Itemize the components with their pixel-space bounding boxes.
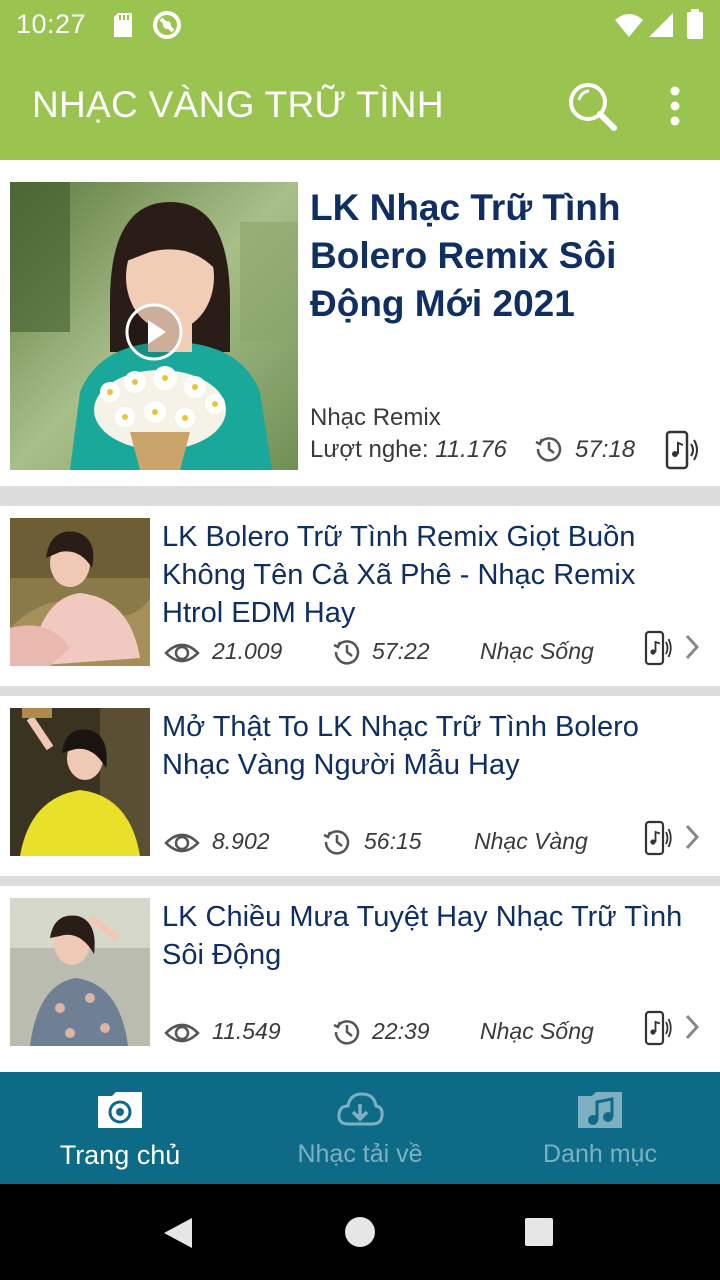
status-time: 10:27 <box>16 9 87 39</box>
nav-label-categories: Danh mục <box>543 1140 657 1168</box>
phone-audio-icon[interactable] <box>644 820 672 856</box>
more-vert-icon[interactable] <box>660 80 690 132</box>
separator <box>0 486 720 506</box>
featured-plays-value: 11.176 <box>435 436 507 463</box>
featured-category: Nhạc Remix <box>310 404 441 431</box>
item-duration: 22:39 <box>372 1018 430 1044</box>
item-thumbnail[interactable] <box>10 898 150 1046</box>
list-item[interactable]: Mở Thật To LK Nhạc Trữ Tình Bolero Nhạc … <box>0 696 720 876</box>
phone-audio-icon[interactable] <box>644 630 672 666</box>
item-title: LK Chiều Mưa Tuyệt Hay Nhạc Trữ Tình Sôi… <box>162 901 683 971</box>
separator <box>0 686 720 696</box>
play-icon[interactable] <box>124 302 184 362</box>
item-duration: 56:15 <box>364 828 422 854</box>
featured-card[interactable]: LK Nhạc Trữ Tình Bolero Remix Sôi Động M… <box>0 160 720 486</box>
history-icon <box>333 640 360 665</box>
item-views: 8.902 <box>212 828 270 854</box>
app-bar: NHẠC VÀNG TRỮ TÌNH <box>0 50 720 160</box>
item-thumbnail-image <box>10 518 150 666</box>
list-item[interactable]: LK Chiều Mưa Tuyệt Hay Nhạc Trữ Tình Sôi… <box>0 886 720 1066</box>
sd-card-icon <box>114 13 132 37</box>
cloud-download-icon <box>337 1092 384 1126</box>
nav-tab-downloads[interactable]: Nhạc tải về <box>240 1072 480 1184</box>
item-duration: 57:22 <box>372 638 430 664</box>
item-title: LK Bolero Trữ Tình Remix Giọt Buồn Không… <box>162 521 636 629</box>
home-folder-icon <box>98 1092 142 1128</box>
history-icon <box>323 830 350 855</box>
bottom-navigation: Trang chủ Nhạc tải về Danh mục <box>0 1072 720 1184</box>
nav-tab-home[interactable]: Trang chủ <box>0 1072 240 1184</box>
eye-icon <box>164 1023 200 1043</box>
item-category: Nhạc Vàng <box>474 828 588 854</box>
featured-plays-label: Lượt nghe: <box>310 436 429 463</box>
featured-thumbnail[interactable] <box>10 182 298 470</box>
history-icon <box>333 1020 360 1045</box>
home-icon[interactable] <box>344 1216 376 1248</box>
item-thumbnail-image <box>10 898 150 1046</box>
phone-audio-icon[interactable] <box>664 430 698 470</box>
nav-label-home: Trang chủ <box>59 1140 181 1170</box>
nav-label-downloads: Nhạc tải về <box>297 1140 423 1168</box>
battery-icon <box>687 9 703 39</box>
featured-plays: Lượt nghe: 11.176 <box>310 436 507 464</box>
item-category: Nhạc Sống <box>480 638 594 664</box>
app-title: NHẠC VÀNG TRỮ TÌNH <box>32 84 444 125</box>
phone-audio-icon[interactable] <box>644 1010 672 1046</box>
search-icon[interactable] <box>566 80 618 132</box>
list-item[interactable]: LK Bolero Trữ Tình Remix Giọt Buồn Không… <box>0 506 720 686</box>
wifi-icon <box>615 14 643 37</box>
chevron-right-icon[interactable] <box>682 822 702 852</box>
history-icon <box>535 437 562 462</box>
item-thumbnail-image <box>10 708 150 856</box>
item-category: Nhạc Sống <box>480 1018 594 1044</box>
item-views: 11.549 <box>212 1018 281 1044</box>
sync-icon <box>153 11 181 39</box>
nav-tab-categories[interactable]: Danh mục <box>480 1072 720 1184</box>
signal-icon <box>649 13 673 37</box>
system-navigation-bar <box>0 1184 720 1280</box>
music-folder-icon <box>578 1092 622 1128</box>
chevron-right-icon[interactable] <box>682 1012 702 1042</box>
chevron-right-icon[interactable] <box>682 632 702 662</box>
item-title: Mở Thật To LK Nhạc Trữ Tình Bolero Nhạc … <box>162 711 639 781</box>
separator <box>0 876 720 886</box>
featured-title: LK Nhạc Trữ Tình Bolero Remix Sôi Động M… <box>310 187 621 324</box>
status-bar: 10:27 <box>0 0 720 50</box>
eye-icon <box>164 643 200 663</box>
item-thumbnail[interactable] <box>10 708 150 856</box>
recents-icon[interactable] <box>524 1217 554 1247</box>
item-views: 21.009 <box>212 638 283 664</box>
featured-duration: 57:18 <box>575 436 636 463</box>
back-icon[interactable] <box>162 1216 194 1250</box>
eye-icon <box>164 833 200 853</box>
item-thumbnail[interactable] <box>10 518 150 666</box>
